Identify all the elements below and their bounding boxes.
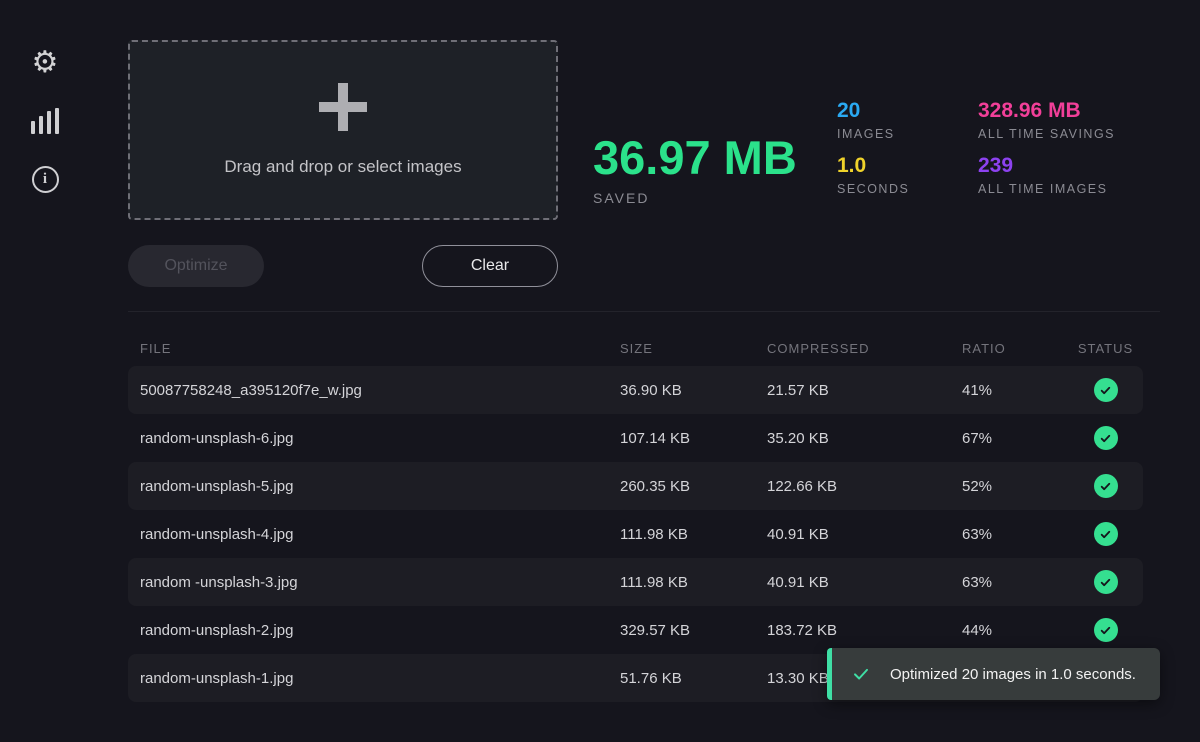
size-cell: 51.76 KB: [620, 670, 767, 687]
size-cell: 260.35 KB: [620, 478, 767, 495]
compressed-cell: 35.20 KB: [767, 430, 962, 447]
saved-summary: 36.97 MB SAVED: [593, 134, 797, 206]
dropzone-label: Drag and drop or select images: [224, 157, 461, 177]
table-row: random-unsplash-2.jpg329.57 KB183.72 KB4…: [128, 606, 1143, 654]
success-check-icon: [1094, 522, 1118, 546]
session-stats: 20 IMAGES 1.0 SECONDS: [837, 99, 909, 209]
bar-chart-icon: [31, 108, 59, 134]
file-name-cell: random-unsplash-2.jpg: [128, 622, 620, 639]
sidebar-item-about[interactable]: i: [28, 162, 62, 196]
stat-alltime-savings: 328.96 MB ALL TIME SAVINGS: [978, 99, 1115, 141]
file-name-cell: random-unsplash-5.jpg: [128, 478, 620, 495]
clear-button[interactable]: Clear: [422, 245, 558, 287]
table-header: FILE SIZE COMPRESSED RATIO STATUS: [128, 330, 1143, 366]
col-header-compressed: COMPRESSED: [767, 341, 962, 356]
col-header-status: STATUS: [1068, 341, 1143, 356]
stat-seconds-value: 1.0: [837, 154, 909, 177]
size-cell: 36.90 KB: [620, 382, 767, 399]
image-dropzone[interactable]: Drag and drop or select images: [128, 40, 558, 220]
ratio-cell: 41%: [962, 382, 1068, 399]
stat-alltime-images-label: ALL TIME IMAGES: [978, 182, 1115, 196]
ratio-cell: 52%: [962, 478, 1068, 495]
plus-icon: [319, 83, 367, 131]
alltime-stats: 328.96 MB ALL TIME SAVINGS 239 ALL TIME …: [978, 99, 1115, 209]
success-check-icon: [1094, 426, 1118, 450]
status-cell: [1068, 378, 1143, 402]
saved-label: SAVED: [593, 190, 797, 206]
stat-seconds: 1.0 SECONDS: [837, 154, 909, 196]
sidebar-item-settings[interactable]: ⚙: [28, 46, 62, 80]
info-icon: i: [32, 166, 59, 193]
col-header-file: FILE: [128, 341, 620, 356]
sidebar-item-statistics[interactable]: [28, 104, 62, 138]
size-cell: 111.98 KB: [620, 526, 767, 543]
saved-value: 36.97 MB: [593, 134, 797, 181]
toast-check-icon: [852, 665, 870, 683]
stat-images: 20 IMAGES: [837, 99, 909, 141]
app-window: ⚙ i Drag and drop or select images 36.97…: [0, 0, 1200, 742]
success-check-icon: [1094, 378, 1118, 402]
toast-notification: Optimized 20 images in 1.0 seconds.: [827, 648, 1160, 700]
stat-alltime-images: 239 ALL TIME IMAGES: [978, 154, 1115, 196]
size-cell: 107.14 KB: [620, 430, 767, 447]
compressed-cell: 40.91 KB: [767, 526, 962, 543]
ratio-cell: 44%: [962, 622, 1068, 639]
ratio-cell: 63%: [962, 574, 1068, 591]
toast-message: Optimized 20 images in 1.0 seconds.: [890, 666, 1136, 683]
stat-alltime-savings-value: 328.96 MB: [978, 99, 1115, 122]
success-check-icon: [1094, 474, 1118, 498]
compressed-cell: 183.72 KB: [767, 622, 962, 639]
file-name-cell: random -unsplash-3.jpg: [128, 574, 620, 591]
status-cell: [1068, 474, 1143, 498]
table-row: 50087758248_a395120f7e_w.jpg36.90 KB21.5…: [128, 366, 1143, 414]
stat-alltime-images-value: 239: [978, 154, 1115, 177]
file-name-cell: random-unsplash-6.jpg: [128, 430, 620, 447]
compressed-cell: 122.66 KB: [767, 478, 962, 495]
stat-seconds-label: SECONDS: [837, 182, 909, 196]
table-row: random -unsplash-3.jpg111.98 KB40.91 KB6…: [128, 558, 1143, 606]
status-cell: [1068, 426, 1143, 450]
stat-images-value: 20: [837, 99, 909, 122]
status-cell: [1068, 522, 1143, 546]
success-check-icon: [1094, 618, 1118, 642]
table-row: random-unsplash-4.jpg111.98 KB40.91 KB63…: [128, 510, 1143, 558]
file-name-cell: random-unsplash-1.jpg: [128, 670, 620, 687]
col-header-ratio: RATIO: [962, 341, 1068, 356]
col-header-size: SIZE: [620, 341, 767, 356]
ratio-cell: 67%: [962, 430, 1068, 447]
status-cell: [1068, 570, 1143, 594]
file-name-cell: random-unsplash-4.jpg: [128, 526, 620, 543]
table-row: random-unsplash-5.jpg260.35 KB122.66 KB5…: [128, 462, 1143, 510]
compressed-cell: 21.57 KB: [767, 382, 962, 399]
file-name-cell: 50087758248_a395120f7e_w.jpg: [128, 382, 620, 399]
status-cell: [1068, 618, 1143, 642]
ratio-cell: 63%: [962, 526, 1068, 543]
size-cell: 111.98 KB: [620, 574, 767, 591]
stat-alltime-savings-label: ALL TIME SAVINGS: [978, 127, 1115, 141]
success-check-icon: [1094, 570, 1118, 594]
results-table: FILE SIZE COMPRESSED RATIO STATUS 500877…: [128, 330, 1143, 702]
optimize-button[interactable]: Optimize: [128, 245, 264, 287]
compressed-cell: 40.91 KB: [767, 574, 962, 591]
section-divider: [128, 311, 1160, 312]
sidebar: ⚙ i: [0, 0, 90, 742]
gear-icon: ⚙: [32, 48, 59, 78]
size-cell: 329.57 KB: [620, 622, 767, 639]
table-row: random-unsplash-6.jpg107.14 KB35.20 KB67…: [128, 414, 1143, 462]
stat-images-label: IMAGES: [837, 127, 909, 141]
